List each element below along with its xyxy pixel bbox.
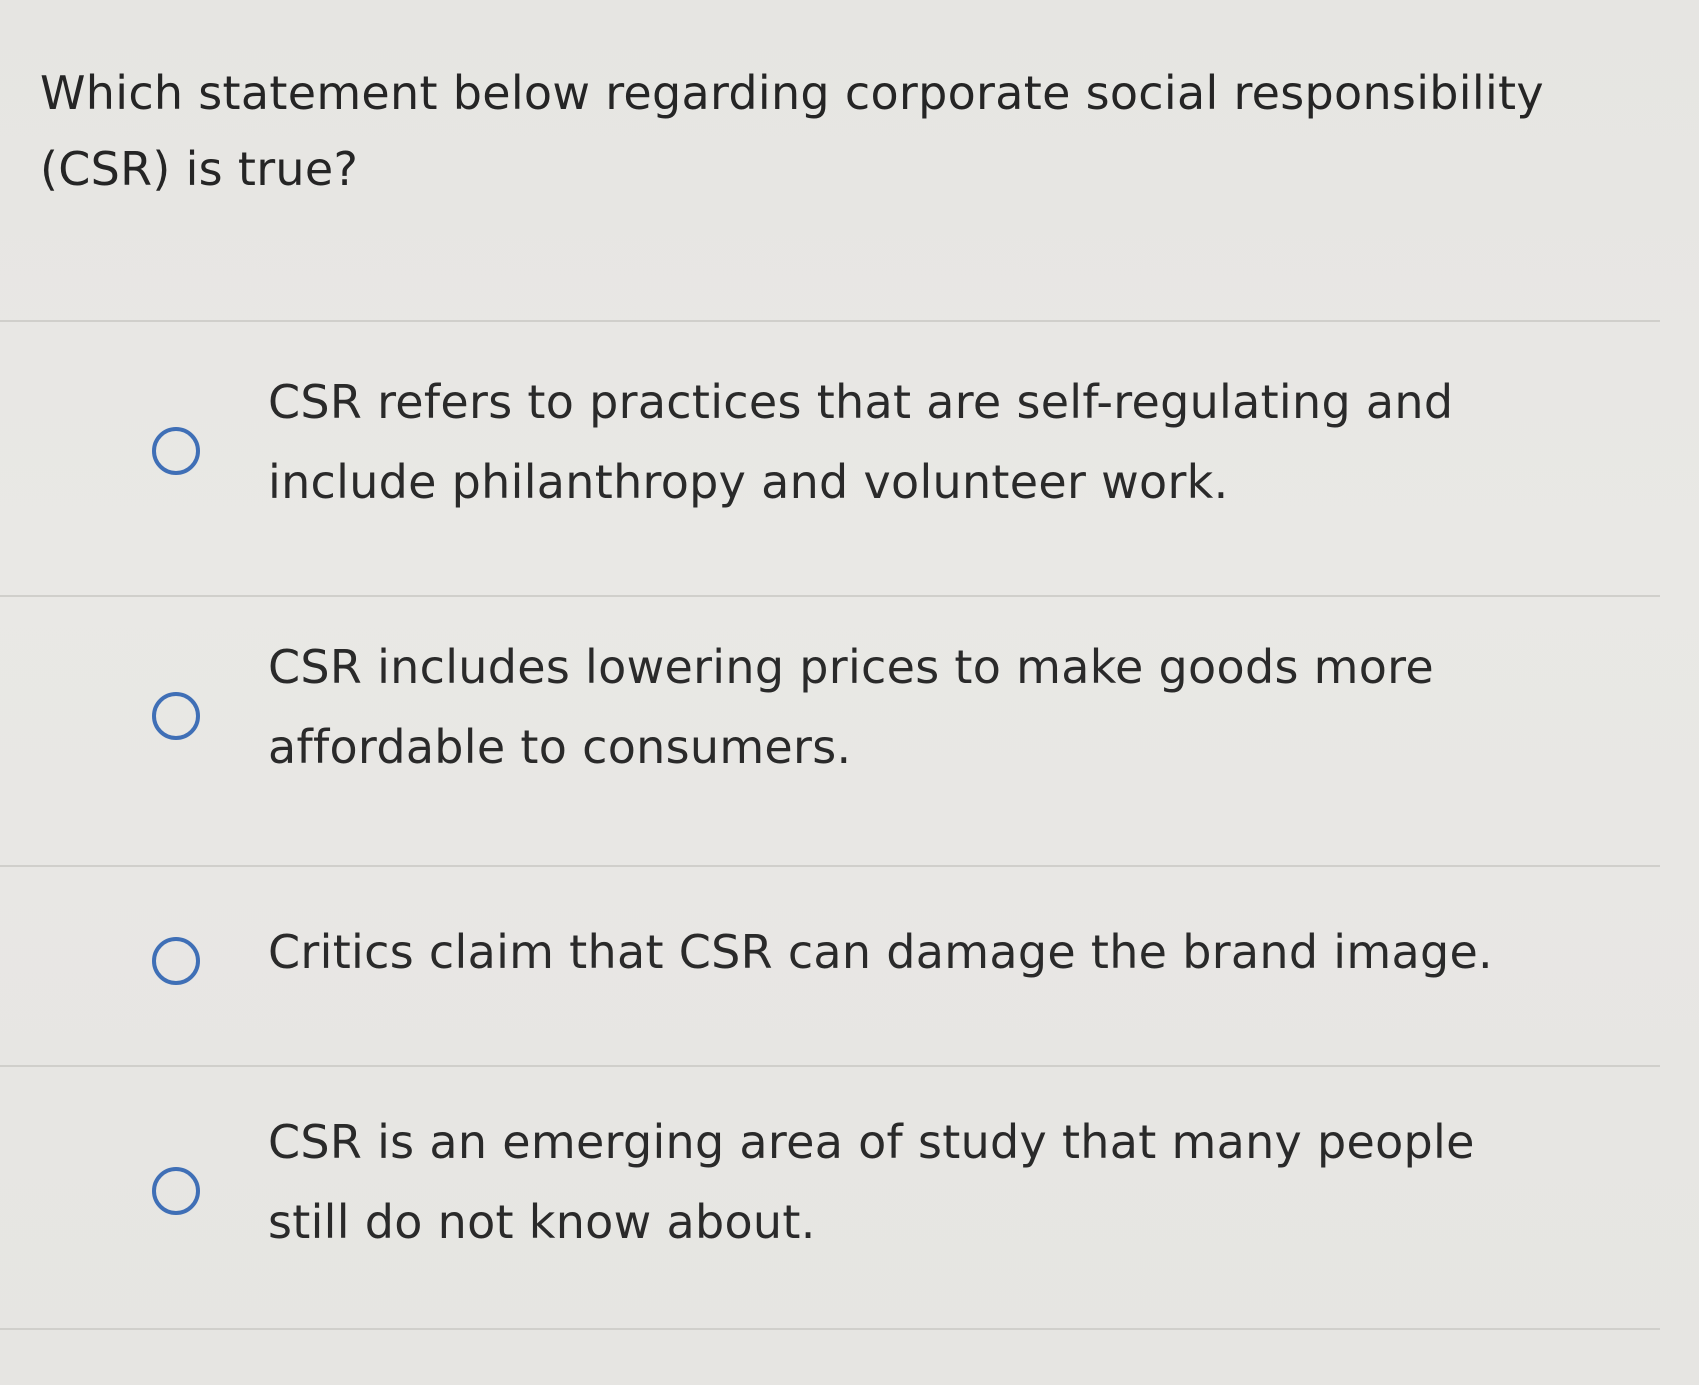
answer-option-3[interactable]: Critics claim that CSR can damage the br… — [0, 865, 1660, 1065]
radio-button-icon[interactable] — [152, 1167, 200, 1215]
answer-label[interactable]: CSR refers to practices that are self-re… — [268, 362, 1568, 522]
answer-label[interactable]: Critics claim that CSR can damage the br… — [268, 912, 1568, 992]
answer-label[interactable]: CSR is an emerging area of study that ma… — [268, 1102, 1568, 1262]
quiz-screen: Which statement below regarding corporat… — [0, 0, 1699, 1385]
answer-option-4[interactable]: CSR is an emerging area of study that ma… — [0, 1065, 1660, 1330]
radio-button-icon[interactable] — [152, 937, 200, 985]
answer-list: CSR refers to practices that are self-re… — [0, 320, 1660, 1330]
radio-button-icon[interactable] — [152, 427, 200, 475]
question-text: Which statement below regarding corporat… — [40, 66, 1544, 196]
question-area: Which statement below regarding corporat… — [0, 0, 1699, 320]
answer-option-1[interactable]: CSR refers to practices that are self-re… — [0, 320, 1660, 595]
answer-option-2[interactable]: CSR includes lowering prices to make goo… — [0, 595, 1660, 865]
radio-button-icon[interactable] — [152, 692, 200, 740]
answer-label[interactable]: CSR includes lowering prices to make goo… — [268, 627, 1568, 787]
